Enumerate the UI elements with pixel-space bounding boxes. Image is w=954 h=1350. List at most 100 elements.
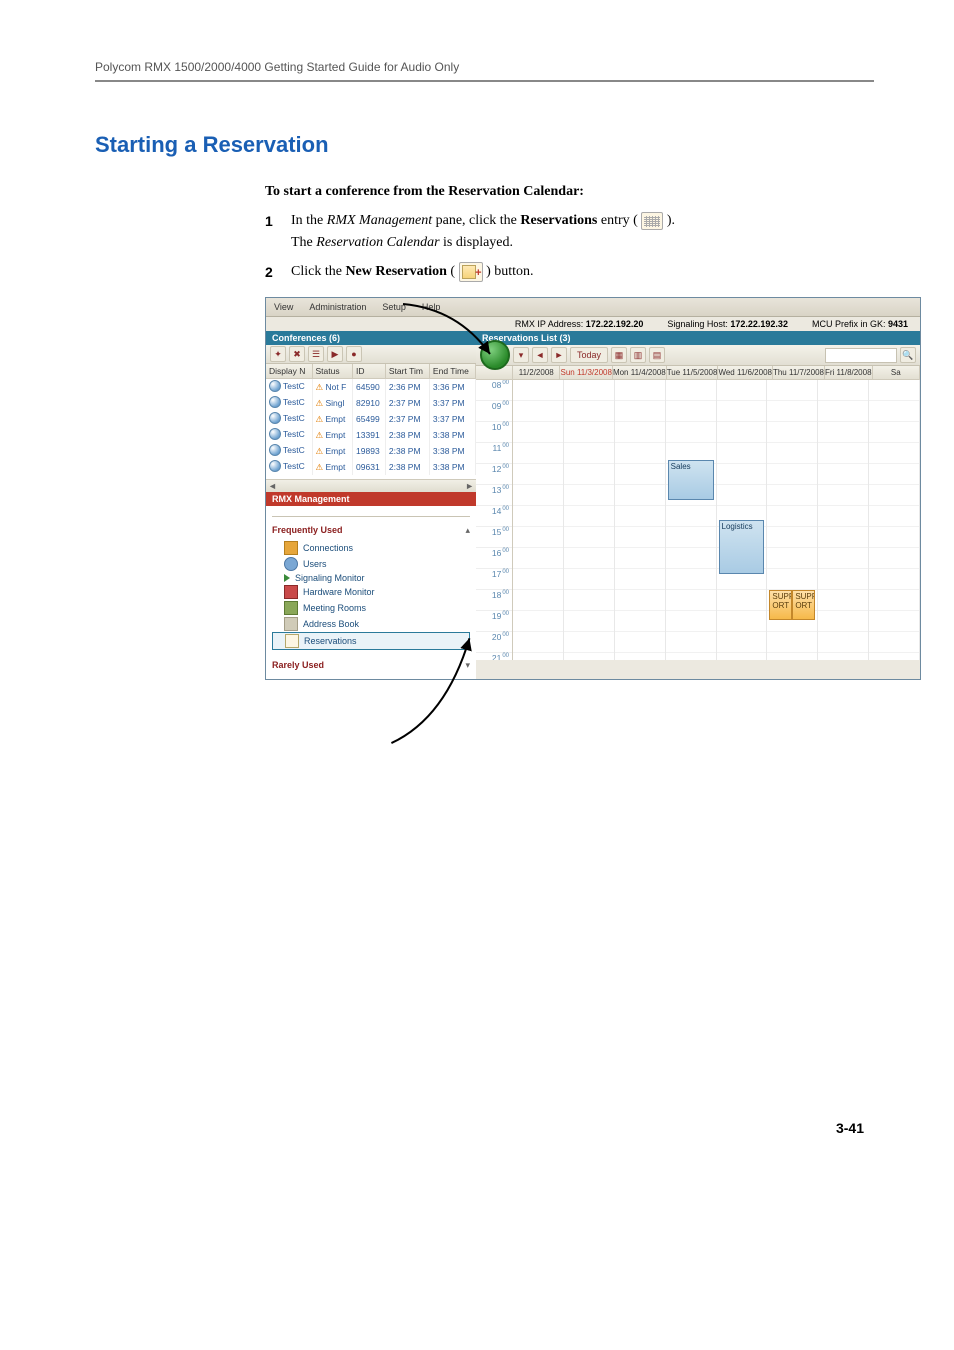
app-screenshot: ViewAdministrationSetupHelp RMX IP Addre… bbox=[265, 297, 921, 680]
calendar-day-header[interactable]: Wed 11/6/2008 bbox=[718, 366, 773, 379]
prev-icon[interactable]: ◄ bbox=[532, 347, 548, 363]
month-view-icon[interactable]: ▤ bbox=[649, 347, 665, 363]
sidebar-item-label: Hardware Monitor bbox=[303, 587, 375, 597]
calendar-hour-label: 0900 bbox=[476, 401, 512, 422]
step-body: In the RMX Management pane, click the Re… bbox=[291, 210, 874, 255]
calendar-event[interactable]: SUPP ORT bbox=[769, 590, 792, 620]
calendar-day-column[interactable] bbox=[564, 380, 615, 660]
calendar-day-column[interactable] bbox=[513, 380, 564, 660]
record-icon[interactable]: ● bbox=[346, 346, 362, 362]
calendar-day-headers: 11/2/2008Sun 11/3/2008Mon 11/4/2008Tue 1… bbox=[476, 366, 920, 380]
sidebar-item-label: Reservations bbox=[304, 636, 357, 646]
calendar-day-column[interactable]: Sales bbox=[666, 380, 717, 660]
step-number: 1 bbox=[265, 210, 291, 232]
calendar-hour-label: 1900 bbox=[476, 611, 512, 632]
dropdown-icon[interactable]: ▾ bbox=[513, 347, 529, 363]
calendar-day-column[interactable] bbox=[869, 380, 920, 660]
running-header: Polycom RMX 1500/2000/4000 Getting Start… bbox=[95, 60, 874, 74]
new-reservation-icon bbox=[459, 262, 483, 282]
sidebar-item-signaling-monitor[interactable]: Signaling Monitor bbox=[272, 572, 470, 584]
column-header[interactable]: ID bbox=[353, 364, 386, 379]
calendar-day-header[interactable]: Fri 11/8/2008 bbox=[825, 366, 873, 379]
menu-help[interactable]: Help bbox=[414, 302, 449, 312]
status-segment: RMX IP Address: 172.22.192.20 bbox=[503, 317, 655, 331]
calendar-hour-label: 1100 bbox=[476, 443, 512, 464]
calendar-day-header[interactable]: Sun 11/3/2008 bbox=[560, 366, 612, 379]
table-row[interactable]: TestC⚠ Singl829102:37 PM3:37 PM bbox=[266, 395, 476, 411]
calendar-day-column[interactable] bbox=[615, 380, 666, 660]
calendar-hour-label: 1400 bbox=[476, 506, 512, 527]
calendar-event[interactable]: Logistics bbox=[719, 520, 765, 574]
rmx-management-title: RMX Management bbox=[266, 492, 476, 506]
header-rule bbox=[95, 80, 874, 82]
table-row[interactable]: TestC⚠ Empt198932:38 PM3:38 PM bbox=[266, 443, 476, 459]
play-icon[interactable]: ▶ bbox=[327, 346, 343, 362]
calendar-hour-label: 0800 bbox=[476, 380, 512, 401]
column-header[interactable]: End Time bbox=[429, 364, 475, 379]
calendar-day-column[interactable] bbox=[818, 380, 869, 660]
procedure-intro: To start a conference from the Reservati… bbox=[265, 184, 874, 200]
table-row[interactable]: TestC⚠ Empt654992:37 PM3:37 PM bbox=[266, 411, 476, 427]
new-reservation-button[interactable] bbox=[480, 340, 510, 370]
sidebar-item-reservations[interactable]: Reservations bbox=[272, 632, 470, 650]
menu-administration[interactable]: Administration bbox=[301, 302, 374, 312]
menubar[interactable]: ViewAdministrationSetupHelp bbox=[266, 298, 920, 317]
sidebar-item-hardware-monitor[interactable]: Hardware Monitor bbox=[272, 584, 470, 600]
column-header[interactable]: Start Tim bbox=[385, 364, 429, 379]
sidebar-item-meeting-rooms[interactable]: Meeting Rooms bbox=[272, 600, 470, 616]
horizontal-scrollbar[interactable]: ◄► bbox=[266, 479, 476, 492]
conferences-toolbar[interactable]: ✦ ✖ ☰ ▶ ● bbox=[266, 345, 476, 364]
week-view-icon[interactable]: ▥ bbox=[630, 347, 646, 363]
conferences-panel-title: Conferences (6) bbox=[266, 331, 476, 345]
today-button[interactable]: Today bbox=[570, 347, 608, 363]
steps-list: 1In the RMX Management pane, click the R… bbox=[265, 210, 874, 283]
table-row[interactable]: TestC⚠ Empt133912:38 PM3:38 PM bbox=[266, 427, 476, 443]
column-header[interactable]: Status bbox=[312, 364, 353, 379]
calendar-hour-label: 1300 bbox=[476, 485, 512, 506]
delete-icon[interactable]: ✖ bbox=[289, 346, 305, 362]
sidebar-item-label: Connections bbox=[303, 543, 353, 553]
calendar-day-header[interactable]: Tue 11/5/2008 bbox=[667, 366, 719, 379]
conferences-table[interactable]: Display NStatusIDStart TimEnd Time TestC… bbox=[266, 364, 476, 475]
calendar-day-header[interactable]: Mon 11/4/2008 bbox=[613, 366, 667, 379]
table-row[interactable]: TestC⚠ Not F645902:36 PM3:36 PM bbox=[266, 379, 476, 396]
search-icon[interactable]: 🔍 bbox=[900, 347, 916, 363]
status-bar: RMX IP Address: 172.22.192.20Signaling H… bbox=[266, 317, 920, 331]
calendar-body[interactable]: 0800090010001100120013001400150016001700… bbox=[476, 380, 920, 660]
menu-setup[interactable]: Setup bbox=[374, 302, 414, 312]
calendar-day-column[interactable]: Logistics bbox=[717, 380, 768, 660]
new-conference-icon[interactable]: ✦ bbox=[270, 346, 286, 362]
calendar-hour-label: 1600 bbox=[476, 548, 512, 569]
calendar-day-header[interactable]: 11/2/2008 bbox=[513, 366, 560, 379]
reservations-toolbar[interactable]: ▾ ◄ ► Today ▦ ▥ ▤ 🔍 bbox=[476, 345, 920, 366]
menu-view[interactable]: View bbox=[266, 302, 301, 312]
filter-icon[interactable]: ☰ bbox=[308, 346, 324, 362]
sidebar-item-connections[interactable]: Connections bbox=[272, 540, 470, 556]
calendar-event[interactable]: Sales bbox=[668, 460, 714, 500]
sidebar-item-users[interactable]: Users bbox=[272, 556, 470, 572]
rarely-used-label: Rarely Used▾ bbox=[272, 660, 470, 671]
user-icon bbox=[284, 557, 298, 571]
conn-icon bbox=[284, 541, 298, 555]
hw-icon bbox=[284, 585, 298, 599]
calendar-hour-label: 1000 bbox=[476, 422, 512, 443]
calendar-hour-label: 2000 bbox=[476, 632, 512, 653]
calendar-hour-label: 2100 bbox=[476, 653, 512, 660]
calendar-hour-label: 1500 bbox=[476, 527, 512, 548]
reservations-search-input[interactable] bbox=[825, 348, 897, 363]
table-row[interactable]: TestC⚠ Empt096312:38 PM3:38 PM bbox=[266, 459, 476, 475]
next-icon[interactable]: ► bbox=[551, 347, 567, 363]
sidebar-item-label: Address Book bbox=[303, 619, 359, 629]
column-header[interactable]: Display N bbox=[266, 364, 312, 379]
sidebar-item-address-book[interactable]: Address Book bbox=[272, 616, 470, 632]
sidebar-item-label: Users bbox=[303, 559, 327, 569]
status-segment: MCU Prefix in GK: 9431 bbox=[800, 317, 920, 331]
calendar-day-column[interactable]: SUPP ORTSUPP ORT bbox=[767, 380, 818, 660]
day-view-icon[interactable]: ▦ bbox=[611, 347, 627, 363]
calendar-day-header[interactable]: Thu 11/7/2008 bbox=[773, 366, 825, 379]
calendar-day-header[interactable]: Sa bbox=[873, 366, 920, 379]
calendar-hour-label: 1200 bbox=[476, 464, 512, 485]
status-segment: Signaling Host: 172.22.192.32 bbox=[655, 317, 800, 331]
rmx-management-panel: RMX Management Frequently Used▴ Connecti… bbox=[266, 492, 476, 679]
calendar-event[interactable]: SUPP ORT bbox=[792, 590, 815, 620]
